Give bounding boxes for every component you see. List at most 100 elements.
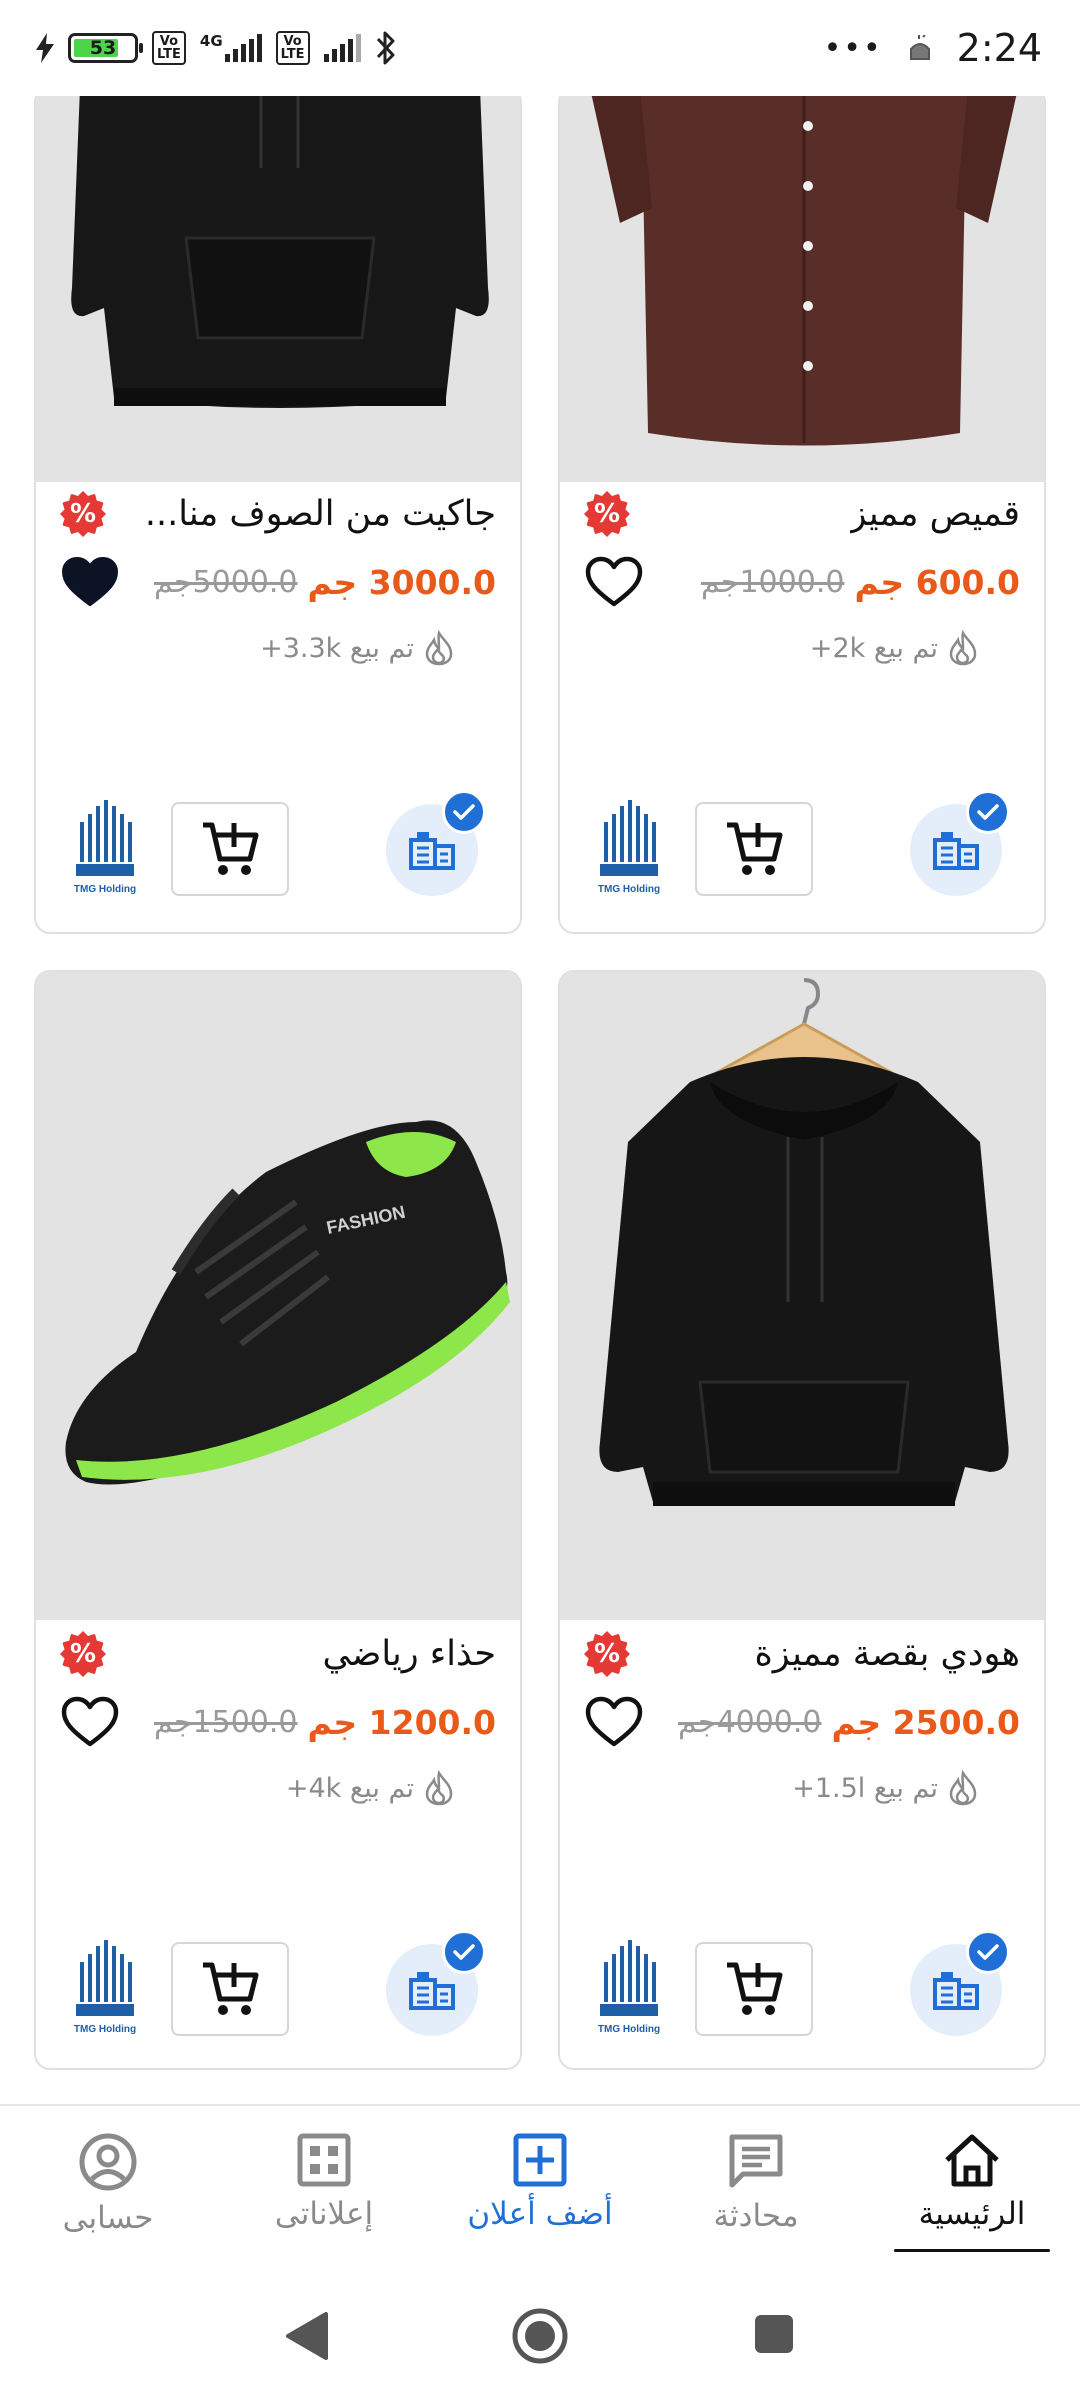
brown-shirt-image [560,96,1044,482]
charging-icon [36,33,54,63]
seller-logo-text: TMG Holding [598,884,660,895]
verified-check-icon [442,790,486,834]
sold-row: تم بيع 3.3k+ [260,628,454,668]
add-to-cart-button[interactable] [695,1942,813,2036]
product-card[interactable]: هودي بقصة مميزة % 2500.0 جم 4000.0جم تم … [558,970,1046,2070]
product-feed[interactable]: قميص مميز % 600.0 جم 1000.0جم تم بيع 2k+… [0,96,1080,2104]
product-title-row: جاكيت من الصوف منا... % [60,484,496,544]
sneaker-image: FASHION [36,972,520,1620]
sold-row: تم بيع 4k+ [286,1768,454,1808]
fire-icon [949,1770,977,1806]
network-type: 4G [199,32,223,50]
product-image[interactable] [560,972,1044,1620]
card-actions: TMG Holding [560,1930,1044,2040]
price-current: 1200.0 جم [307,1702,497,1742]
tmg-logo-icon: TMG Holding [74,800,136,895]
bluetooth-icon [376,31,395,65]
system-navigation [0,2272,1080,2400]
add-to-cart-button[interactable] [695,802,813,896]
clock: 2:24 [956,26,1042,70]
cart-plus-icon [203,822,259,875]
product-image[interactable] [36,96,520,482]
add-to-cart-button[interactable] [171,1942,289,2036]
product-card[interactable]: FASHION حذاء رياضي % 1200.0 جم 1500.0جم … [34,970,522,2070]
nav-my-ads[interactable]: إعلاناتى [216,2106,432,2272]
product-title-row: هودي بقصة مميزة % [584,1624,1020,1684]
add-to-cart-button[interactable] [171,802,289,896]
product-card[interactable]: قميص مميز % 600.0 جم 1000.0جم تم بيع 2k+… [558,96,1046,934]
sold-row: تم بيع 2k+ [810,628,978,668]
seller-logo[interactable]: TMG Holding [72,1940,138,2038]
nav-home[interactable]: الرئيسية [864,2106,1080,2272]
product-title-row: حذاء رياضي % [60,1624,496,1684]
back-triangle-icon [286,2312,328,2360]
product-title[interactable]: حذاء رياضي [322,1634,496,1674]
card-actions: TMG Holding [36,790,520,900]
cart-plus-icon [727,1962,783,2015]
volte-icon: Vo LTE [152,31,186,65]
price-current: 2500.0 جم [831,1702,1021,1742]
verified-check-icon [966,1930,1010,1974]
seller-logo[interactable]: TMG Holding [72,800,138,898]
recents-button[interactable] [752,2312,796,2360]
home-circle-icon [512,2308,568,2364]
nav-account-label: حسابى [62,2200,154,2236]
prices: 600.0 جم 1000.0جم [701,563,1020,602]
product-title-row: قميص مميز % [584,484,1020,544]
price-original: 1000.0جم [700,564,845,600]
add-box-icon [513,2133,567,2187]
home-icon [945,2134,999,2187]
price-original: 1500.0جم [154,1704,298,1740]
seller-logo[interactable]: TMG Holding [596,800,662,898]
status-right: ••• 2:24 [824,26,1042,70]
product-title[interactable]: جاكيت من الصوف منا... [145,494,496,534]
heart-outline-icon [61,1696,119,1747]
heart-outline-icon [585,556,643,607]
chat-icon [729,2134,783,2188]
signal-icon-1: 4G [200,34,262,62]
product-image[interactable] [560,96,1044,482]
tmg-logo-icon: TMG Holding [74,1940,136,2035]
mosque-icon [909,35,930,60]
discount-badge-icon: % [584,1631,630,1677]
favorite-button[interactable] [584,1695,644,1749]
product-card[interactable]: جاكيت من الصوف منا... % 3000.0 جم 5000.0… [34,96,522,934]
product-title[interactable]: قميص مميز [850,494,1020,534]
nav-add-ad-label: أضف أعلان [467,2196,613,2232]
price-original: 5000.0جم [154,564,298,600]
nav-chat-label: محادثة [713,2198,799,2234]
tmg-logo-icon: TMG Holding [598,800,660,895]
more-notifications-icon: ••• [823,30,883,66]
product-image[interactable]: FASHION [36,972,520,1620]
tmg-logo-icon: TMG Holding [598,1940,660,2035]
favorite-button[interactable] [60,555,120,609]
price-original: 4000.0جم [678,1704,822,1740]
sold-count: تم بيع 4k+ [285,1772,414,1804]
seller-logo[interactable]: TMG Holding [596,1940,662,2038]
back-button[interactable] [284,2310,330,2366]
price-row: 2500.0 جم 4000.0جم [584,1692,1020,1752]
cart-plus-icon [203,1962,259,2015]
signal-icon-2 [323,34,361,62]
price-row: 1200.0 جم 1500.0جم [60,1692,496,1752]
store-icon [933,1972,979,2010]
nav-add-ad[interactable]: أضف أعلان [432,2106,648,2272]
sold-count: تم بيع 2k+ [809,632,938,664]
seller-logo-text: TMG Holding [74,2024,136,2035]
sold-row: تم بيع 1.5l+ [792,1768,978,1808]
price-current: 600.0 جم [854,562,1020,602]
cart-plus-icon [727,822,783,875]
status-left: 53 Vo LTE 4G Vo LTE [36,30,397,66]
prices: 2500.0 جم 4000.0جم [678,1703,1020,1742]
favorite-button[interactable] [584,555,644,609]
fire-icon [425,1770,453,1806]
nav-account[interactable]: حسابى [0,2106,216,2272]
card-actions: TMG Holding [36,1930,520,2040]
nav-chat[interactable]: محادثة [648,2106,864,2272]
fire-icon [425,630,453,666]
black-hoodie-image [560,972,1044,1620]
favorite-button[interactable] [60,1695,120,1749]
seller-logo-text: TMG Holding [598,2024,660,2035]
home-system-button[interactable] [510,2306,570,2370]
product-title[interactable]: هودي بقصة مميزة [754,1634,1020,1674]
